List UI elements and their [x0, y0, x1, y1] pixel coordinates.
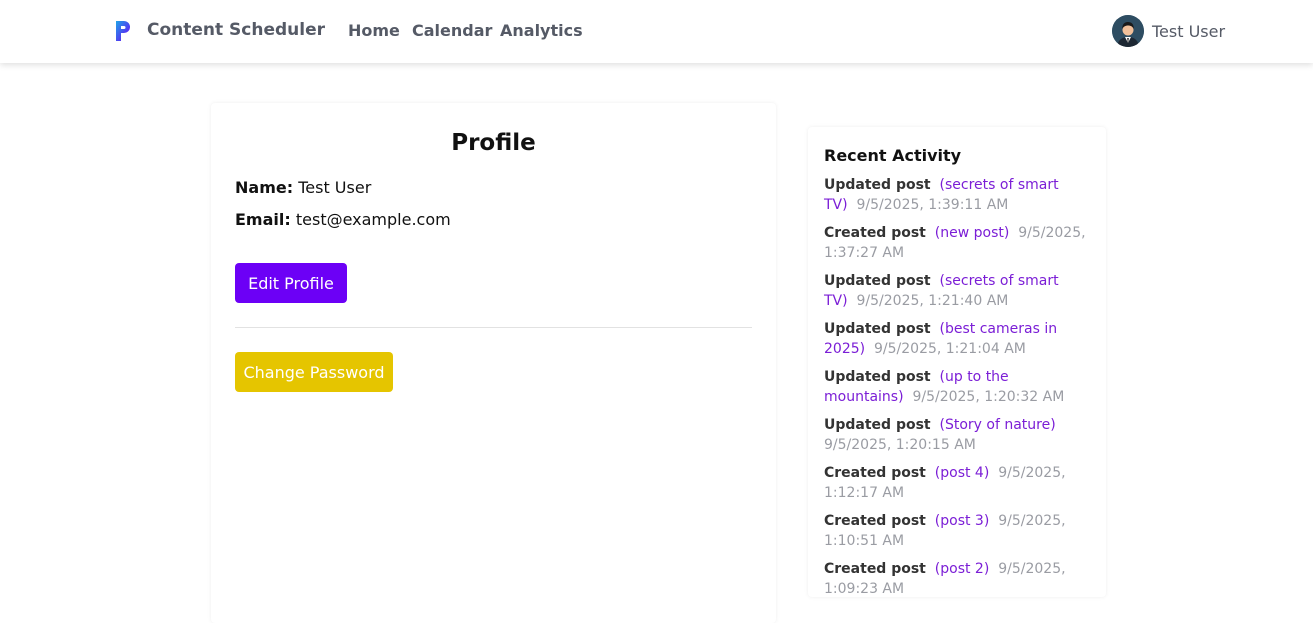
activity-item: Updated post (secrets of smart TV) 9/5/2…	[824, 175, 1090, 215]
activity-post-link[interactable]: (Story of nature)	[940, 417, 1056, 433]
activity-timestamp: 9/5/2025, 1:39:11 AM	[856, 197, 1009, 213]
activity-post-link[interactable]: (new post)	[935, 225, 1010, 241]
activity-action: Created post	[824, 561, 926, 577]
brand[interactable]: Content Scheduler	[114, 20, 325, 46]
activity-action: Updated post	[824, 417, 931, 433]
activity-item: Created post (post 2) 9/5/2025, 1:09:23 …	[824, 559, 1090, 597]
activity-action: Created post	[824, 225, 926, 241]
activity-post-link[interactable]: (post 3)	[935, 513, 990, 529]
nav-link-calendar[interactable]: Calendar	[412, 21, 492, 40]
activity-list: Updated post (secrets of smart TV) 9/5/2…	[824, 175, 1090, 597]
edit-profile-button[interactable]: Edit Profile	[235, 263, 347, 303]
activity-action: Updated post	[824, 321, 931, 337]
activity-post-link[interactable]: (post 4)	[935, 465, 990, 481]
name-label: Name:	[235, 178, 294, 197]
user-name: Test User	[1152, 21, 1226, 41]
user-avatar-icon	[1112, 15, 1144, 47]
profile-card: Profile Name: Test User Email: test@exam…	[211, 103, 776, 623]
activity-action: Updated post	[824, 369, 931, 385]
brand-logo-icon	[114, 20, 132, 46]
activity-timestamp: 9/5/2025, 1:20:15 AM	[824, 437, 976, 453]
recent-activity-title: Recent Activity	[824, 146, 962, 165]
top-navbar: Content Scheduler Home Calendar Analytic…	[0, 0, 1313, 63]
activity-item: Created post (post 3) 9/5/2025, 1:10:51 …	[824, 511, 1090, 551]
nav-link-home[interactable]: Home	[348, 21, 400, 40]
profile-name-row: Name: Test User	[235, 178, 371, 197]
nav-link-analytics[interactable]: Analytics	[500, 21, 583, 40]
email-label: Email:	[235, 210, 291, 229]
activity-item: Updated post (secrets of smart TV) 9/5/2…	[824, 271, 1090, 311]
app-name: Content Scheduler	[147, 20, 326, 40]
user-menu[interactable]: Test User	[1112, 15, 1225, 47]
activity-item: Created post (post 4) 9/5/2025, 1:12:17 …	[824, 463, 1090, 503]
activity-timestamp: 9/5/2025, 1:21:04 AM	[874, 341, 1026, 357]
change-password-button[interactable]: Change Password	[235, 352, 393, 392]
page-title: Profile	[451, 130, 536, 156]
activity-timestamp: 9/5/2025, 1:21:40 AM	[856, 293, 1009, 309]
activity-item: Updated post (Story of nature) 9/5/2025,…	[824, 415, 1090, 455]
activity-post-link[interactable]: (post 2)	[935, 561, 990, 577]
avatar	[1112, 15, 1144, 47]
profile-email-row: Email: test@example.com	[235, 210, 451, 229]
email-value: test@example.com	[295, 210, 451, 229]
activity-item: Updated post (best cameras in 2025) 9/5/…	[824, 319, 1090, 359]
activity-action: Updated post	[824, 177, 931, 193]
activity-item: Updated post (up to the mountains) 9/5/2…	[824, 367, 1090, 407]
recent-activity-card: Recent Activity Updated post (secrets of…	[808, 127, 1106, 597]
name-value: Test User	[298, 178, 372, 197]
activity-action: Updated post	[824, 273, 931, 289]
activity-timestamp: 9/5/2025, 1:20:32 AM	[912, 389, 1065, 405]
activity-action: Created post	[824, 465, 926, 481]
divider	[235, 327, 752, 328]
activity-action: Created post	[824, 513, 926, 529]
activity-item: Created post (new post) 9/5/2025, 1:37:2…	[824, 223, 1090, 263]
